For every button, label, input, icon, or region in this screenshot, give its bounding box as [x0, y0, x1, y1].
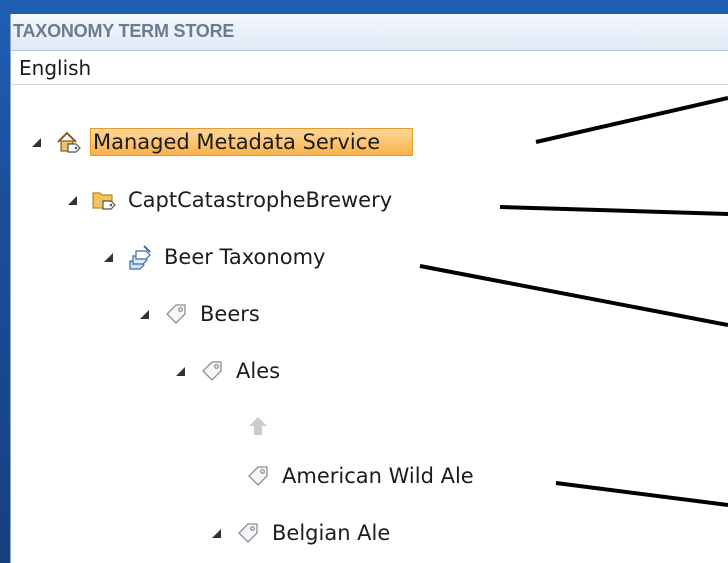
expand-toggle-icon[interactable]	[32, 137, 42, 147]
expand-toggle-icon[interactable]	[104, 252, 114, 262]
managed-metadata-service-icon	[54, 128, 82, 156]
tree-node-label[interactable]: Ales	[234, 357, 282, 385]
language-value: English	[19, 56, 92, 80]
term-set-icon	[126, 243, 154, 271]
tree-node-label[interactable]: CaptCatastropheBrewery	[126, 186, 394, 214]
tree-node-label[interactable]: Beer Taxonomy	[162, 243, 327, 271]
term-tag-icon	[244, 462, 272, 490]
tree-node-move-up[interactable]	[222, 410, 280, 444]
tree-node-label[interactable]: Belgian Ale	[270, 519, 392, 547]
term-store-title: TAXONOMY TERM STORE	[13, 21, 235, 41]
tree-node-label[interactable]: Beers	[198, 300, 262, 328]
term-tag-icon	[234, 519, 262, 547]
language-selector[interactable]: English	[11, 52, 728, 85]
expand-toggle-icon[interactable]	[212, 528, 222, 538]
tree-node-term-ales[interactable]: Ales	[176, 354, 282, 388]
tree-node-label[interactable]: American Wild Ale	[280, 462, 476, 490]
expand-toggle-placeholder	[222, 471, 232, 481]
term-tag-icon	[198, 357, 226, 385]
expand-toggle-placeholder	[222, 422, 232, 432]
tree-node-term-beers[interactable]: Beers	[140, 297, 262, 331]
tree-node-term-group[interactable]: CaptCatastropheBrewery	[68, 183, 394, 217]
expand-toggle-icon[interactable]	[68, 195, 78, 205]
tree-node-term-set[interactable]: Beer Taxonomy	[104, 240, 327, 274]
term-tag-icon	[162, 300, 190, 328]
move-up-arrow-icon[interactable]	[244, 413, 272, 441]
tree-node-term-belgian-ale[interactable]: Belgian Ale	[212, 516, 392, 550]
expand-toggle-icon[interactable]	[140, 309, 150, 319]
tree-node-term-american-wild-ale[interactable]: American Wild Ale	[222, 459, 476, 493]
term-group-folder-icon	[90, 186, 118, 214]
expand-toggle-icon[interactable]	[176, 366, 186, 376]
tree-node-managed-metadata-service[interactable]: Managed Metadata Service	[32, 125, 414, 159]
tree-node-label[interactable]: Managed Metadata Service	[90, 128, 414, 156]
term-store-header: TAXONOMY TERM STORE	[11, 14, 728, 51]
